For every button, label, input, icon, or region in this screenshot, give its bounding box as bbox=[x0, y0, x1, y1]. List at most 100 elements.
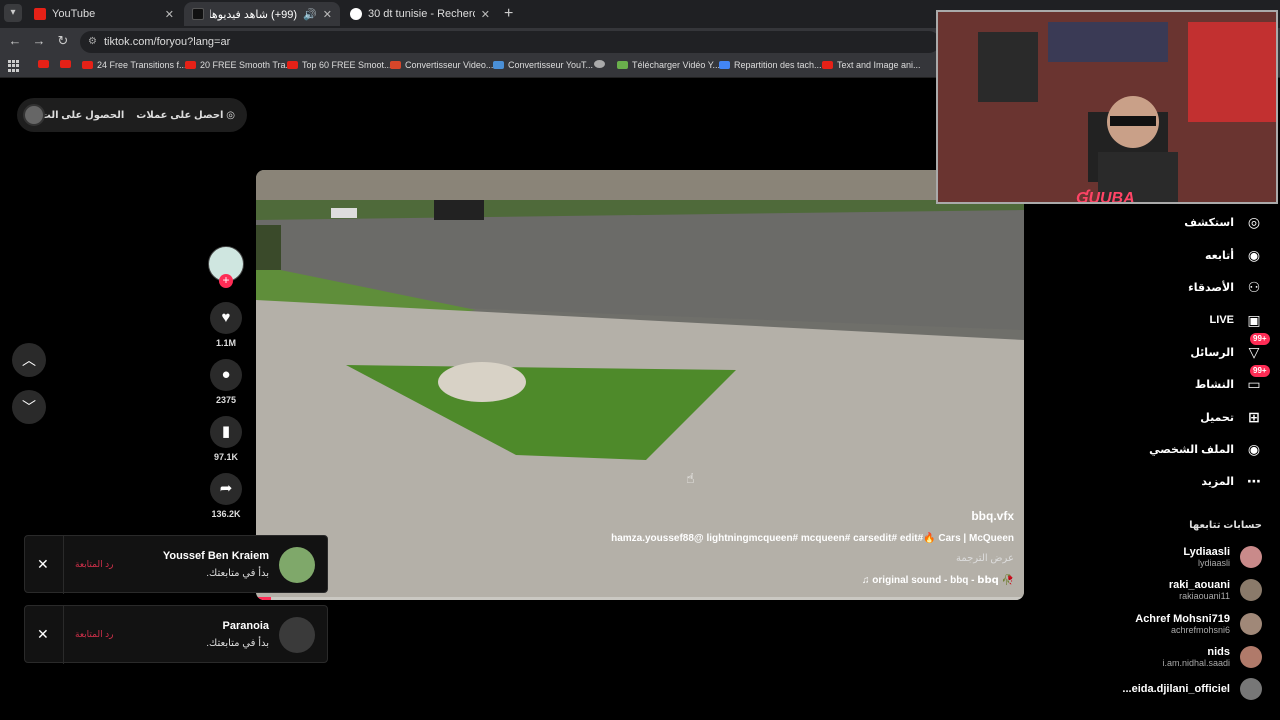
next-video-button[interactable]: ﹀ bbox=[12, 390, 46, 424]
z-icon bbox=[390, 61, 401, 69]
following-account[interactable]: ...eida.djilani_officiel bbox=[1122, 674, 1262, 704]
sidebar-item-explore[interactable]: استكشف ◎ bbox=[1184, 210, 1264, 234]
follow-back-button[interactable]: رد المتابعة bbox=[75, 559, 113, 570]
sidebar-item-friends[interactable]: الأصدقاء ⚇ bbox=[1188, 275, 1264, 299]
sidebar-item-profile[interactable]: الملف الشخصي ◉ bbox=[1149, 437, 1264, 461]
sidebar-item-activity[interactable]: النشاط ▭ 99+ bbox=[1195, 365, 1270, 396]
notification-badge: 99+ bbox=[1250, 333, 1270, 345]
avatar bbox=[1240, 613, 1262, 635]
apps-grid-icon[interactable] bbox=[8, 60, 20, 72]
follow-notification: ✕ رد المتابعة Paranoia بدأ في متابعتك. bbox=[24, 605, 328, 664]
following-accounts-header: حسابات تتابعها bbox=[1189, 520, 1262, 531]
bookmark-icon[interactable]: ▮ bbox=[210, 416, 242, 448]
friends-icon: ⚇ bbox=[1247, 279, 1261, 295]
tiktok-favicon-icon bbox=[192, 8, 204, 20]
comment-icon[interactable]: ● bbox=[210, 359, 242, 391]
comment-count: 2375 bbox=[215, 395, 237, 405]
following-account[interactable]: nids i.am.nidhal.saadi bbox=[1162, 642, 1262, 672]
sidebar-item-upload[interactable]: تحميل ⊞ bbox=[1200, 405, 1264, 429]
bookmark-item[interactable]: Convertisseur Video... bbox=[390, 60, 493, 70]
save-button[interactable]: ▮ 97.1K bbox=[210, 416, 242, 462]
heart-icon[interactable]: ♥ bbox=[210, 302, 242, 334]
bookmark-item[interactable]: Convertisseur YouT... bbox=[493, 60, 593, 70]
site-info-icon[interactable]: ⚙ bbox=[88, 31, 97, 53]
following-account[interactable]: Lydiaasli lydiaasli bbox=[1183, 542, 1262, 572]
bookmark-item[interactable]: 24 Free Transitions f... bbox=[82, 60, 187, 70]
live-tv-icon: ▣ bbox=[1247, 312, 1261, 328]
youtube-icon bbox=[82, 61, 93, 69]
share-arrow-icon[interactable]: ➦ bbox=[210, 473, 242, 505]
messages-icon: ▽ 99+ bbox=[1244, 333, 1270, 362]
following-account[interactable]: Achref Mohsni719 achrefmohsni6 bbox=[1135, 609, 1262, 639]
address-bar[interactable]: ⚙ tiktok.com/foryou?lang=ar bbox=[80, 31, 940, 53]
forward-arrow-icon[interactable]: → bbox=[30, 33, 48, 48]
video-player[interactable]: bbq.vfx hamza.youssef88@ lightningmcquee… bbox=[256, 170, 1024, 600]
video-caption: hamza.youssef88@ lightningmcqueen# mcque… bbox=[611, 533, 1014, 544]
back-arrow-icon[interactable]: ← bbox=[6, 33, 24, 48]
bookmark-item[interactable] bbox=[594, 60, 609, 68]
like-button[interactable]: ♥ 1.1M bbox=[210, 302, 242, 348]
bookmark-item[interactable]: Text and Image ani... bbox=[822, 60, 921, 70]
google-favicon-icon bbox=[350, 8, 362, 20]
share-button[interactable]: ➦ 136.2K bbox=[210, 473, 242, 519]
docs-icon bbox=[719, 61, 730, 69]
close-tab-icon[interactable]: ✕ bbox=[481, 8, 490, 21]
comment-button[interactable]: ● 2375 bbox=[210, 359, 242, 405]
follow-notification: ✕ رد المتابعة Youssef Ben Kraiem بدأ في … bbox=[24, 535, 328, 594]
avatar bbox=[1240, 646, 1262, 668]
video-progress-bar[interactable] bbox=[256, 597, 1024, 600]
following-account[interactable]: raki_aouani rakiaouani11 bbox=[1169, 575, 1262, 605]
compass-icon: ◎ bbox=[1247, 214, 1261, 230]
sidebar-item-following[interactable]: أتابعه ◉ bbox=[1205, 243, 1264, 267]
tab-google-search[interactable]: 30 dt tunisie - Recherche Google ✕ bbox=[342, 2, 498, 26]
activity-icon: ▭ 99+ bbox=[1244, 365, 1270, 394]
sidebar-item-messages[interactable]: الرسائل ▽ 99+ bbox=[1190, 333, 1270, 364]
close-icon[interactable]: ✕ bbox=[37, 556, 49, 573]
bookmark-item[interactable]: Télécharger Vidéo Y... bbox=[617, 60, 720, 70]
notification-name[interactable]: Paranoia bbox=[223, 620, 269, 632]
sound-link[interactable]: ♫ original sound - bbq - 𝗯𝗯𝗾 🥀 bbox=[862, 575, 1014, 586]
youtube-icon bbox=[287, 61, 298, 69]
previous-video-button[interactable]: ︿ bbox=[12, 343, 46, 377]
video-author[interactable]: bbq.vfx bbox=[971, 509, 1014, 523]
avatar[interactable] bbox=[279, 547, 315, 583]
notification-badge: 99+ bbox=[1250, 365, 1270, 377]
avatar[interactable] bbox=[23, 104, 45, 126]
save-count: 97.1K bbox=[213, 452, 239, 462]
bookmark-item[interactable]: 20 FREE Smooth Tra... bbox=[185, 60, 293, 70]
get-coins-button[interactable]: احصل على عملات ◎ bbox=[136, 110, 235, 121]
new-tab-button[interactable]: + bbox=[504, 5, 513, 23]
tab-youtube[interactable]: YouTube ✕ bbox=[26, 2, 182, 26]
avatar bbox=[1240, 579, 1262, 601]
sidebar-item-more[interactable]: المزيد ⋯ bbox=[1201, 469, 1264, 493]
url-text: tiktok.com/foryou?lang=ar bbox=[104, 36, 231, 48]
tab-search-button[interactable]: ▾ bbox=[4, 4, 22, 22]
avatar[interactable] bbox=[279, 617, 315, 653]
bookmark-item[interactable] bbox=[60, 60, 75, 68]
get-app-bar: ▯ الحصول على الت... احصل على عملات ◎ bbox=[17, 98, 247, 132]
chevron-down-icon: ﹀ bbox=[22, 399, 36, 415]
like-count: 1.1M bbox=[215, 338, 236, 348]
bookmark-item[interactable]: Top 60 FREE Smoot... bbox=[287, 60, 392, 70]
close-tab-icon[interactable]: ✕ bbox=[165, 8, 174, 21]
notification-name[interactable]: Youssef Ben Kraiem bbox=[163, 550, 269, 562]
tab-tiktok[interactable]: (99+) شاهد فيديوهات متصدرة 🔊 ✕ bbox=[184, 2, 340, 26]
bookmark-item[interactable] bbox=[38, 60, 53, 68]
speaker-icon[interactable]: 🔊 bbox=[303, 8, 317, 21]
sidebar-item-live[interactable]: LIVE ▣ bbox=[1210, 308, 1264, 332]
see-translation-link[interactable]: عرض الترجمة bbox=[956, 553, 1014, 564]
reload-icon[interactable]: ↻ bbox=[54, 33, 72, 49]
webcam-overlay: ƓUUBA bbox=[936, 10, 1278, 204]
close-tab-icon[interactable]: ✕ bbox=[323, 8, 332, 21]
close-icon[interactable]: ✕ bbox=[37, 626, 49, 643]
tab-title: YouTube bbox=[52, 8, 96, 20]
avatar bbox=[1240, 546, 1262, 568]
more-icon: ⋯ bbox=[1247, 473, 1261, 489]
bookmark-item[interactable]: Repartition des tach... bbox=[719, 60, 822, 70]
follow-back-button[interactable]: رد المتابعة bbox=[75, 629, 113, 640]
streamer-logo: ƓUUBA bbox=[1076, 190, 1135, 204]
tab-title: (99+) شاهد فيديوهات متصدرة bbox=[210, 8, 298, 21]
following-avatar-icon: ◉ bbox=[1247, 247, 1261, 263]
chevron-up-icon: ︿ bbox=[22, 352, 36, 368]
follow-plus-icon[interactable]: + bbox=[219, 274, 233, 288]
